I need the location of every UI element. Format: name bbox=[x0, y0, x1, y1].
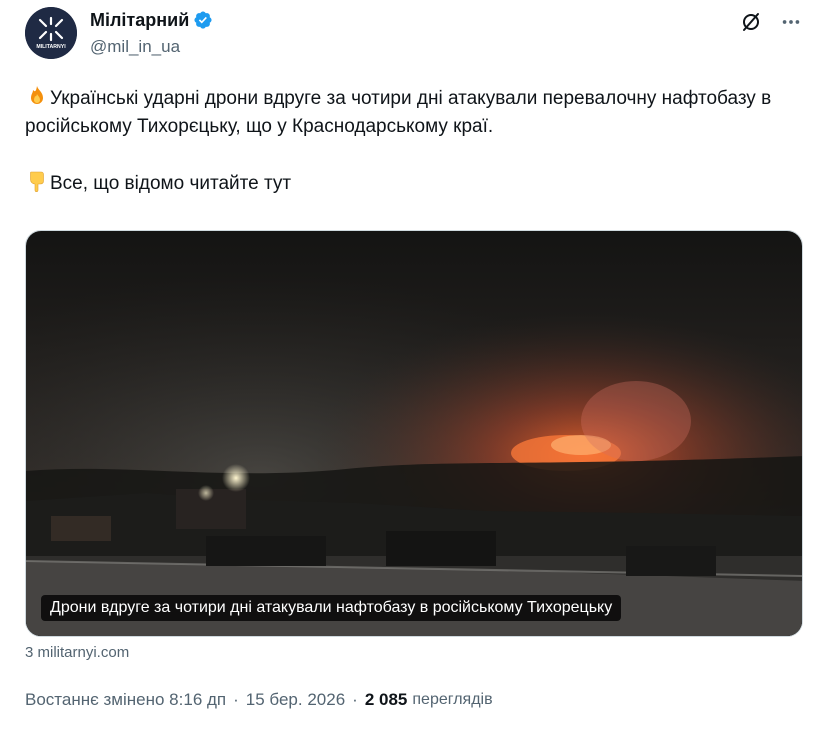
verified-badge-icon[interactable] bbox=[193, 10, 213, 30]
tweet-line-1: Українські ударні дрони вдруге за чотири… bbox=[25, 88, 772, 137]
views-count: 2 085 bbox=[364, 690, 408, 709]
avatar-text: MILITARNYI bbox=[36, 44, 66, 50]
tweet-header: Мілітарний @mil_in_ua bbox=[90, 8, 213, 57]
link-source[interactable]: 3 militarnyi.com bbox=[25, 644, 129, 661]
separator: · bbox=[233, 690, 239, 709]
more-icon[interactable] bbox=[779, 10, 803, 34]
grok-icon[interactable] bbox=[739, 10, 763, 34]
pointing-down-emoji-icon bbox=[25, 169, 49, 193]
fire-emoji-icon bbox=[25, 84, 49, 108]
tweet-line-2[interactable]: Все, що відомо читайте тут bbox=[50, 173, 291, 194]
display-name[interactable]: Мілітарний bbox=[90, 10, 189, 31]
tweet-paragraph-1: Українські ударні дрони вдруге за чотири… bbox=[25, 84, 815, 141]
tweet-meta: Востаннє змінено 8:16 дп · 15 бер. 2026 … bbox=[25, 690, 493, 710]
media-card[interactable]: Дрони вдруге за чотири дні атакували наф… bbox=[25, 230, 803, 637]
militarnyi-logo: MILITARNYI bbox=[25, 7, 77, 59]
night-fire-photo bbox=[26, 231, 802, 636]
tweet-paragraph-2: Все, що відомо читайте тут bbox=[25, 169, 815, 198]
media-caption: Дрони вдруге за чотири дні атакували наф… bbox=[41, 595, 622, 621]
views-label: переглядів bbox=[412, 691, 493, 708]
post-date[interactable]: 15 бер. 2026 bbox=[246, 690, 345, 710]
handle[interactable]: @mil_in_ua bbox=[90, 37, 213, 57]
top-actions bbox=[739, 10, 803, 34]
avatar[interactable]: MILITARNYI bbox=[25, 7, 77, 59]
separator: · bbox=[352, 690, 358, 709]
edited-timestamp[interactable]: Востаннє змінено 8:16 дп bbox=[25, 690, 226, 710]
tweet-text: Українські ударні дрони вдруге за чотири… bbox=[25, 84, 815, 198]
